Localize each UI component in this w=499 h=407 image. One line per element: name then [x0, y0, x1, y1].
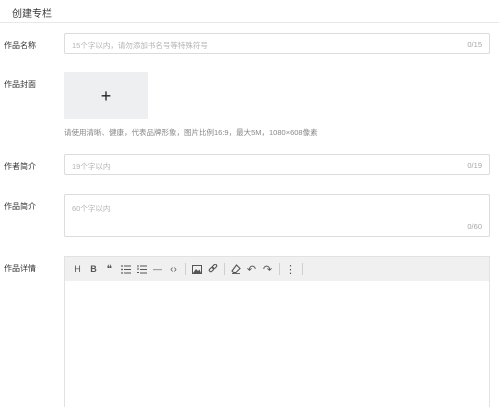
image-icon[interactable] [190, 262, 203, 276]
link-icon[interactable] [206, 262, 219, 276]
page-title: 创建专栏 [12, 9, 52, 20]
redo-icon[interactable]: ↷ [261, 262, 274, 276]
work-intro-counter: 0/60 [467, 222, 482, 231]
more-icon[interactable]: ⋮ [284, 262, 297, 276]
horizontal-rule-icon[interactable]: — [151, 262, 164, 276]
work-name-counter: 0/15 [467, 40, 482, 49]
work-name-input[interactable]: 15个字以内，请勿添加书名号等特殊符号 0/15 [64, 33, 490, 54]
undo-icon[interactable]: ↶ [245, 262, 258, 276]
heading-icon[interactable]: H [71, 262, 84, 276]
author-intro-counter: 0/19 [467, 161, 482, 170]
toolbar-divider [279, 263, 280, 275]
author-intro-input[interactable]: 19个字以内 0/19 [64, 154, 490, 175]
toolbar-divider [185, 263, 186, 275]
details-label: 作品详情 [4, 264, 36, 273]
clear-format-icon[interactable] [229, 262, 242, 276]
page-header: 创建专栏 [0, 0, 499, 23]
ordered-list-icon[interactable] [135, 262, 148, 276]
bullet-list-icon[interactable] [119, 262, 132, 276]
code-icon[interactable]: ‹› [167, 262, 180, 276]
cover-label: 作品封面 [4, 80, 36, 89]
cover-hint: 请使用清晰、健康，代表品牌形象，图片比例16:9，最大5M，1080×608像素 [64, 128, 318, 137]
editor-toolbar: H B ❝ — ‹› ↶ ↷ ⋮ [65, 257, 489, 281]
work-name-placeholder: 15个字以内，请勿添加书名号等特殊符号 [72, 41, 208, 50]
quote-icon[interactable]: ❝ [103, 262, 116, 276]
toolbar-divider [302, 263, 303, 275]
author-intro-placeholder: 19个字以内 [72, 162, 111, 171]
rich-text-editor: H B ❝ — ‹› ↶ ↷ ⋮ [64, 256, 490, 407]
plus-icon: + [100, 85, 112, 106]
cover-upload-button[interactable]: + [64, 72, 148, 119]
work-intro-placeholder: 60个字以内 [72, 204, 111, 213]
author-intro-label: 作者简介 [4, 162, 36, 171]
work-name-label: 作品名称 [4, 41, 36, 50]
work-intro-textarea[interactable]: 60个字以内 0/60 [64, 194, 490, 237]
toolbar-divider [224, 263, 225, 275]
bold-icon[interactable]: B [87, 262, 100, 276]
work-intro-label: 作品简介 [4, 202, 36, 211]
editor-content-area[interactable] [65, 281, 489, 407]
